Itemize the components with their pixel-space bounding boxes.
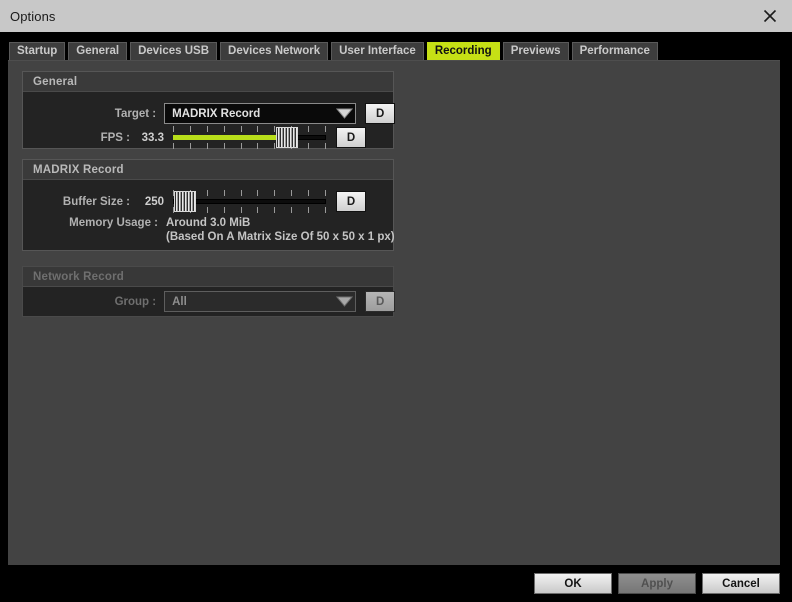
tab-user-interface[interactable]: User Interface — [331, 42, 424, 60]
target-combobox[interactable]: MADRIX Record — [164, 103, 357, 124]
buffer-size-value: 250 — [144, 195, 164, 208]
network-group-default-button[interactable]: D — [365, 291, 396, 312]
fps-label: FPS : — [100, 131, 130, 144]
buffer-size-default-button[interactable]: D — [336, 191, 366, 212]
target-value: MADRIX Record — [172, 107, 261, 120]
fps-slider-ticks — [173, 126, 326, 149]
row-buffer-size: Buffer Size : 250 D — [23, 190, 395, 213]
dialog-footer: OK Apply Cancel — [0, 565, 792, 602]
memory-usage-line1: Around 3.0 MiB — [166, 217, 251, 229]
buffer-size-label: Buffer Size : — [62, 195, 130, 208]
options-window: Options Startup General Devices USB Devi… — [0, 0, 792, 602]
group-network-record-title: Network Record — [23, 267, 393, 287]
tab-previews[interactable]: Previews — [502, 42, 569, 60]
group-network-record-body: Group : All D — [23, 287, 396, 316]
close-icon — [763, 9, 777, 23]
window-title: Options — [10, 8, 56, 24]
tab-label: User Interface — [339, 45, 416, 57]
tab-strip: Startup General Devices USB Devices Netw… — [0, 32, 792, 62]
title-bar: Options — [0, 0, 792, 32]
ok-button[interactable]: OK — [534, 573, 612, 594]
close-button[interactable] — [748, 0, 792, 32]
group-madrix-record: MADRIX Record Buffer Size : 250 D Memory… — [22, 159, 395, 251]
row-network-group: Group : All D — [23, 291, 396, 312]
tab-recording[interactable]: Recording — [426, 42, 500, 60]
apply-button[interactable]: Apply — [618, 573, 696, 594]
memory-usage-label: Memory Usage : — [69, 217, 158, 229]
tab-label: Recording — [434, 45, 492, 57]
fps-slider[interactable] — [173, 126, 326, 149]
tab-label: Devices USB — [138, 45, 210, 57]
tab-performance[interactable]: Performance — [571, 42, 658, 60]
target-default-button[interactable]: D — [365, 103, 396, 124]
target-label: Target : — [114, 107, 157, 120]
fps-slider-thumb[interactable] — [276, 127, 299, 148]
tab-label: Devices Network — [228, 45, 321, 57]
network-group-value: All — [172, 295, 187, 308]
group-general-title: General — [23, 72, 393, 92]
row-memory-usage: Memory Usage : Around 3.0 MiB (Based On … — [23, 216, 395, 243]
group-general: General Target : MADRIX Record D FPS: 3… — [22, 71, 396, 149]
network-group-combobox[interactable]: All — [164, 291, 357, 312]
tab-general[interactable]: General — [68, 42, 128, 60]
tab-label: Performance — [579, 45, 650, 57]
buffer-size-slider-thumb[interactable] — [174, 191, 197, 212]
tab-label: Previews — [510, 45, 561, 57]
group-madrix-record-title: MADRIX Record — [23, 160, 393, 180]
tab-label: Startup — [17, 45, 58, 57]
buffer-size-slider[interactable] — [173, 190, 326, 213]
network-group-label: Group : — [114, 295, 157, 308]
row-target: Target : MADRIX Record D — [23, 103, 396, 124]
chevron-down-icon — [333, 292, 355, 311]
group-network-record: Network Record Group : All D — [22, 266, 396, 317]
memory-usage-values: Around 3.0 MiB (Based On A Matrix Size O… — [166, 216, 395, 245]
tab-startup[interactable]: Startup — [9, 42, 66, 60]
fps-default-button[interactable]: D — [336, 127, 366, 148]
group-madrix-record-body: Buffer Size : 250 D Memory Usage: Aroun… — [23, 180, 395, 250]
row-fps: FPS : 33.3 D — [23, 126, 395, 149]
cancel-button[interactable]: Cancel — [702, 573, 780, 594]
tab-label: General — [76, 45, 120, 57]
tab-devices-network[interactable]: Devices Network — [220, 42, 329, 60]
tab-devices-usb[interactable]: Devices USB — [130, 42, 218, 60]
fps-value: 33.3 — [141, 131, 164, 144]
chevron-down-icon — [333, 104, 355, 123]
recording-settings-panel: General Target : MADRIX Record D FPS: 3… — [8, 60, 780, 565]
memory-usage-line2: (Based On A Matrix Size Of 50 x 50 x 1 p… — [166, 231, 395, 243]
group-general-body: Target : MADRIX Record D FPS : 33.3 D — [23, 92, 396, 149]
